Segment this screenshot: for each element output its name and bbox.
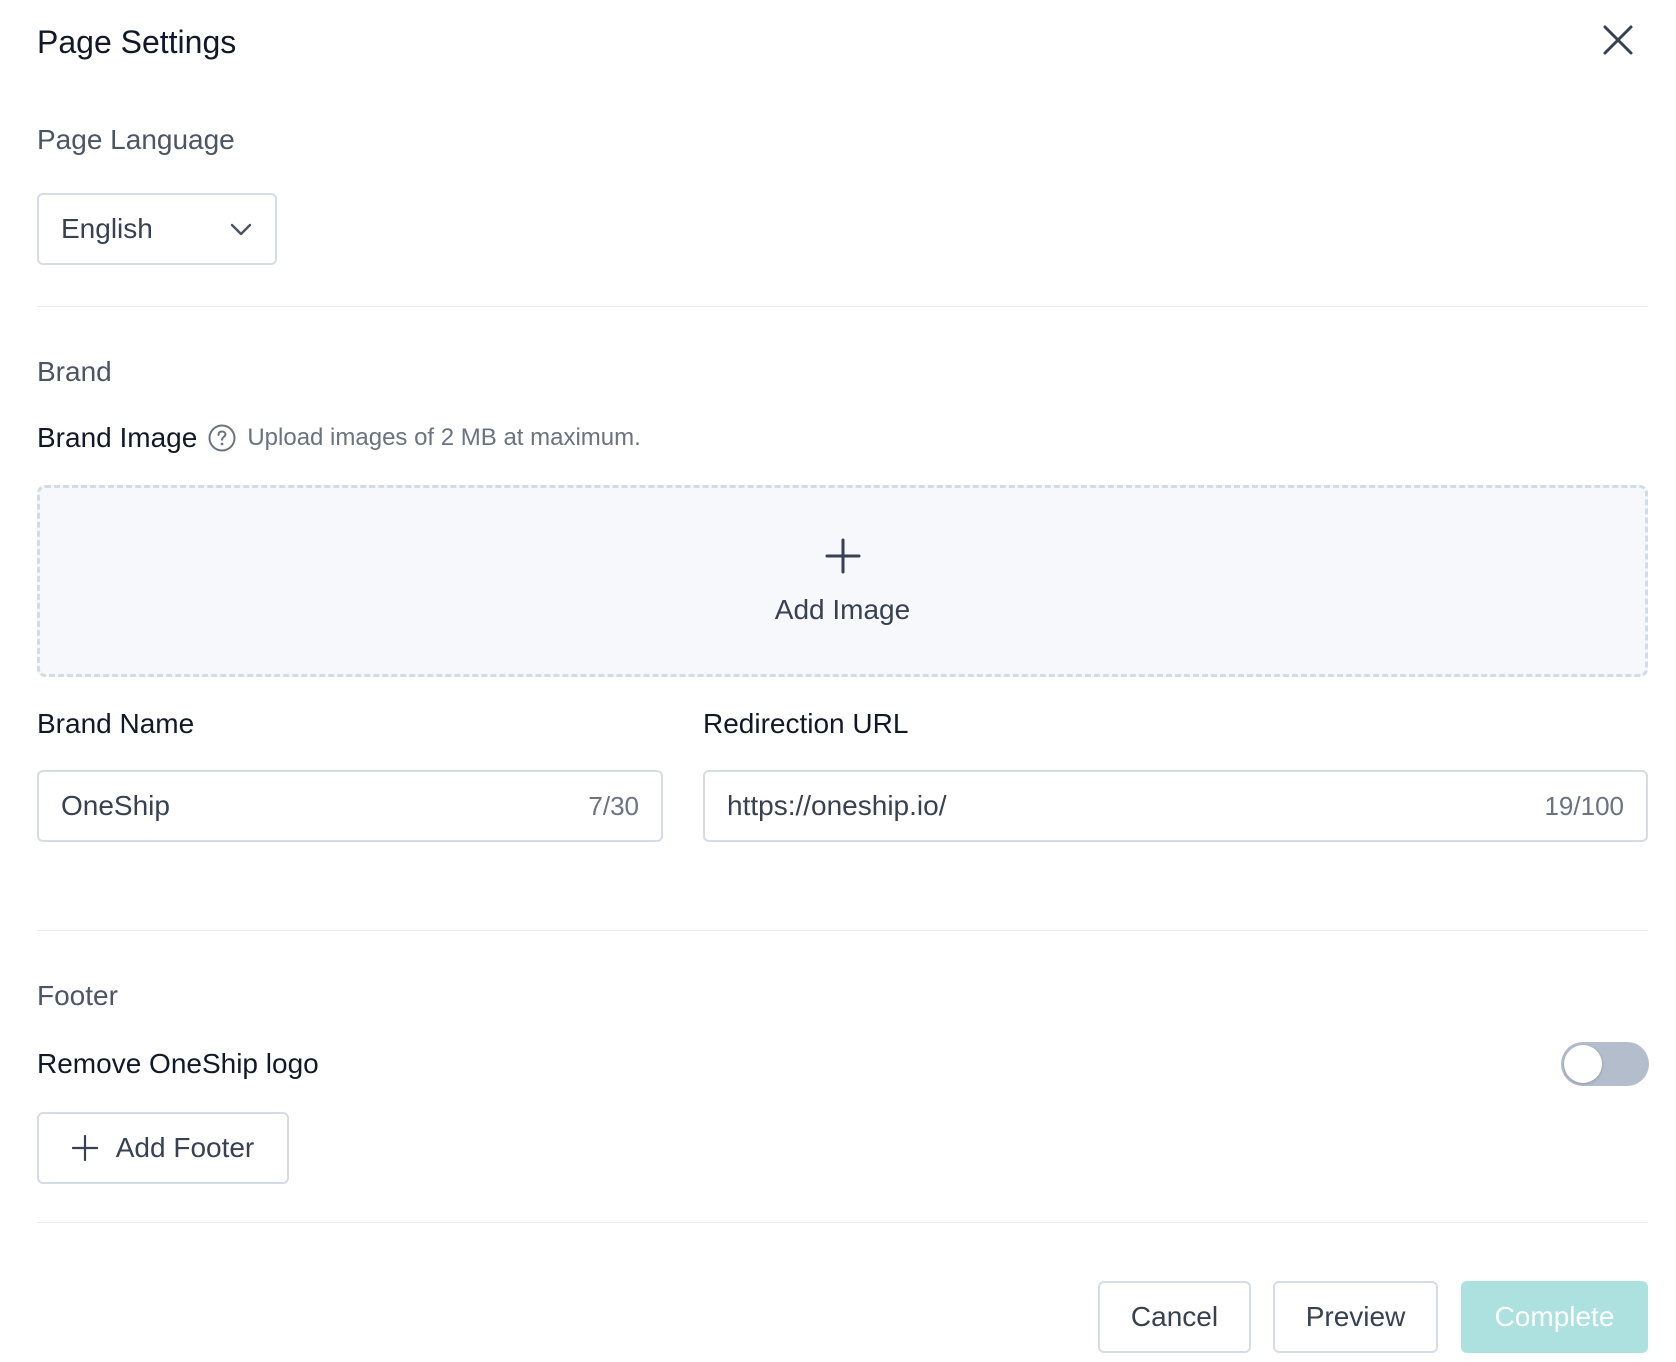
remove-logo-toggle[interactable] — [1561, 1042, 1649, 1086]
add-footer-button[interactable]: Add Footer — [37, 1112, 289, 1184]
brand-name-value: OneShip — [61, 790, 170, 821]
brand-name-label: Brand Name — [37, 708, 195, 739]
plus-icon — [825, 538, 860, 574]
brand-name-input[interactable]: OneShip 7/30 — [37, 770, 663, 842]
language-select-value: English — [61, 213, 153, 244]
redirection-url-counter: 19/100 — [1544, 790, 1624, 821]
question-circle-icon — [208, 424, 236, 452]
dialog-title: Page Settings — [37, 24, 237, 60]
plus-icon — [71, 1135, 98, 1161]
divider — [37, 1222, 1648, 1223]
help-button[interactable] — [207, 423, 237, 453]
footer-section-title: Footer — [37, 980, 118, 1011]
divider — [37, 306, 1648, 307]
brand-image-hint: Upload images of 2 MB at maximum. — [247, 424, 641, 451]
redirection-url-input[interactable]: https://oneship.io/ 19/100 — [703, 770, 1648, 842]
close-icon — [1603, 25, 1633, 55]
close-button[interactable] — [1600, 22, 1636, 58]
page-settings-dialog: Page Settings Page Language English Bran… — [0, 0, 1676, 1362]
add-footer-label: Add Footer — [115, 1132, 255, 1163]
brand-image-label-row: Brand Image Upload images of 2 MB at max… — [37, 420, 641, 456]
redirection-url-value: https://oneship.io/ — [727, 790, 947, 821]
brand-section-title: Brand — [37, 356, 112, 387]
preview-button[interactable]: Preview — [1273, 1281, 1438, 1353]
toggle-knob — [1564, 1045, 1602, 1083]
add-image-label: Add Image — [774, 594, 911, 625]
redirection-url-label: Redirection URL — [703, 708, 909, 739]
chevron-down-icon — [230, 223, 252, 236]
complete-button[interactable]: Complete — [1461, 1281, 1648, 1353]
divider — [37, 930, 1648, 931]
brand-image-label: Brand Image — [37, 422, 198, 453]
brand-name-counter: 7/30 — [588, 790, 639, 821]
language-select[interactable]: English — [37, 193, 277, 265]
add-image-dropzone[interactable]: Add Image — [37, 485, 1648, 677]
page-language-title: Page Language — [37, 124, 235, 155]
cancel-button[interactable]: Cancel — [1098, 1281, 1251, 1353]
remove-logo-label: Remove OneShip logo — [37, 1048, 319, 1079]
